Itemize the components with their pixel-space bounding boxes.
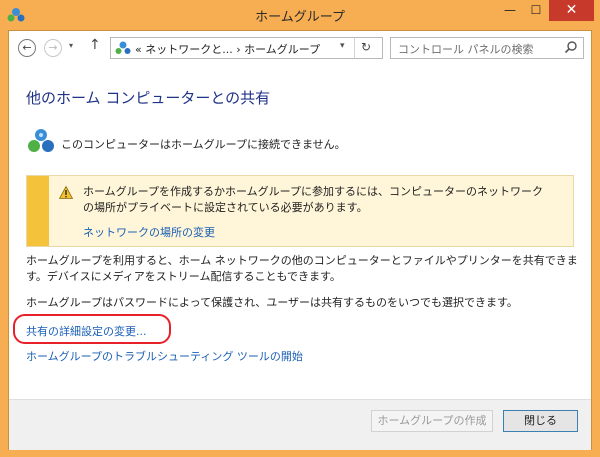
troubleshooter-link[interactable]: ホームグループのトラブルシューティング ツールの開始 — [26, 348, 303, 364]
address-bar[interactable]: « ネットワークと... › ホームグループ ▾ ↻ — [110, 37, 383, 59]
button-footer: ホームグループの作成 閉じる — [9, 399, 591, 450]
network-icon — [115, 41, 131, 54]
create-homegroup-button[interactable]: ホームグループの作成 — [371, 410, 493, 432]
homegroup-status-icon — [28, 129, 54, 152]
warning-icon — [59, 186, 73, 199]
forward-button[interactable]: → — [44, 39, 62, 57]
recent-locations-chevron-icon[interactable]: ▾ — [69, 41, 73, 50]
navigation-bar: ← → ▾ ↑ « ネットワークと... › ホームグループ ▾ ↻ コントロー… — [9, 31, 591, 65]
homegroup-window: ホームグループ — ☐ ✕ ← → ▾ ↑ « ネットワークと... › ホーム… — [0, 0, 600, 457]
change-network-location-link[interactable]: ネットワークの場所の変更 — [83, 224, 215, 240]
title-bar[interactable]: ホームグループ — ☐ ✕ — [0, 0, 600, 30]
search-icon[interactable] — [564, 40, 578, 54]
search-input[interactable]: コントロール パネルの検索 — [398, 41, 534, 57]
warning-text: ホームグループを作成するかホームグループに参加するには、コンピューターのネットワ… — [83, 185, 544, 214]
page-title: 他のホーム コンピューターとの共有 — [26, 89, 271, 107]
warning-accent-bar — [27, 176, 49, 246]
search-box[interactable]: コントロール パネルの検索 — [390, 37, 584, 59]
homegroup-description: ホームグループを利用すると、ホーム ネットワークの他のコンピューターとファイルや… — [26, 254, 578, 283]
close-window-button[interactable]: ✕ — [549, 0, 594, 21]
back-button[interactable]: ← — [18, 39, 36, 57]
address-dropdown-icon[interactable]: ▾ — [340, 41, 345, 51]
minimize-button[interactable]: — — [497, 0, 523, 21]
maximize-button[interactable]: ☐ — [523, 0, 549, 21]
warning-panel: ホームグループを作成するかホームグループに参加するには、コンピューターのネットワ… — [26, 175, 574, 247]
address-path[interactable]: « ネットワークと... › ホームグループ — [135, 41, 320, 57]
connection-status-text: このコンピューターはホームグループに接続できません。 — [61, 138, 346, 151]
red-highlight-oval — [13, 314, 171, 344]
address-divider — [354, 38, 355, 58]
close-button[interactable]: 閉じる — [503, 410, 578, 432]
up-button[interactable]: ↑ — [89, 37, 101, 53]
client-area: ← → ▾ ↑ « ネットワークと... › ホームグループ ▾ ↻ コントロー… — [8, 30, 592, 450]
password-protection-text: ホームグループはパスワードによって保護され、ユーザーは共有するものをいつでも選択… — [26, 296, 518, 309]
refresh-icon[interactable]: ↻ — [361, 40, 371, 54]
